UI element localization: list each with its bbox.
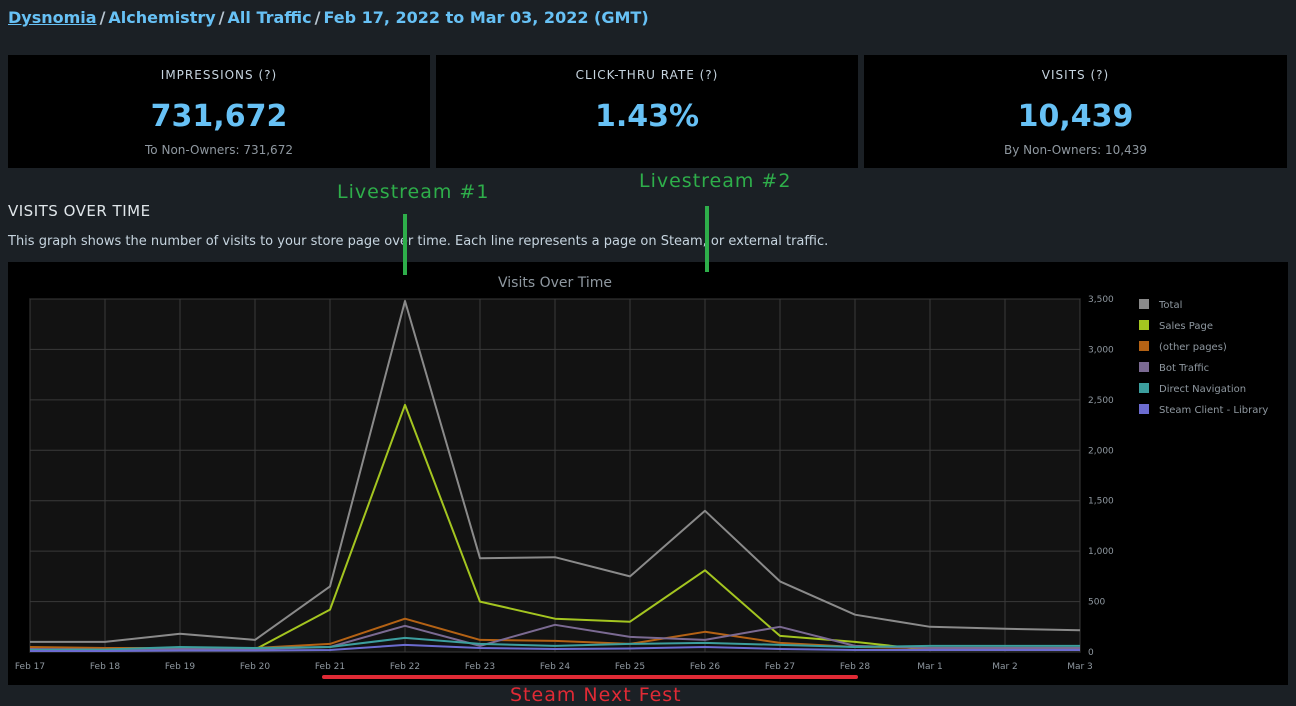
legend-swatch [1139,320,1149,330]
legend-swatch [1139,299,1149,309]
breadcrumb-separator: / [99,8,106,27]
y-tick-label: 1,000 [1088,547,1114,557]
x-tick-label: Feb 22 [390,662,420,672]
impressions-sub: To Non-Owners: 731,672 [145,143,293,157]
ctr-value: 1.43% [594,99,700,134]
x-tick-label: Feb 24 [540,662,571,672]
x-tick-label: Feb 21 [315,662,345,672]
legend-swatch [1139,404,1149,414]
legend-swatch [1139,362,1149,372]
y-tick-label: 3,500 [1088,295,1114,305]
livestream-2-marker [705,206,709,272]
x-tick-label: Feb 28 [840,662,871,672]
breadcrumb-separator: / [218,8,225,27]
chart-title: Visits Over Time [498,275,612,291]
impressions-value: 731,672 [150,99,288,134]
y-tick-label: 2,000 [1088,446,1114,456]
impressions-card: IMPRESSIONS (?) 731,672 To Non-Owners: 7… [8,55,430,168]
y-tick-label: 0 [1088,648,1094,658]
impressions-label[interactable]: IMPRESSIONS (?) [8,68,430,82]
legend-entry[interactable]: Sales Page [1159,321,1213,332]
next-fest-annotation: Steam Next Fest [510,684,682,706]
x-tick-label: Feb 17 [15,662,45,672]
x-tick-label: Feb 18 [90,662,121,672]
next-fest-range-bar [322,675,858,679]
ctr-card: CLICK-THRU RATE (?) 1.43% [436,55,858,168]
legend-entry[interactable]: Total [1158,300,1182,311]
x-tick-label: Feb 20 [240,662,271,672]
x-tick-label: Feb 23 [465,662,495,672]
x-tick-label: Feb 19 [165,662,196,672]
section-title: VISITS OVER TIME [8,202,151,220]
visits-chart: 0 500 1,000 1,500 2,000 2,500 3,000 3,500 Feb 17… [15,275,1269,672]
visits-card: VISITS (?) 10,439 By Non-Owners: 10,439 [864,55,1287,168]
breadcrumb-link-developer[interactable]: Dysnomia [8,8,97,27]
livestream-1-annotation: Livestream #1 [337,181,490,203]
breadcrumb-link-app[interactable]: Alchemistry [108,8,215,27]
x-tick-label: Feb 25 [615,662,645,672]
livestream-2-annotation: Livestream #2 [639,170,792,192]
visits-chart-panel: 0 500 1,000 1,500 2,000 2,500 3,000 3,500 Feb 17… [8,262,1288,685]
breadcrumb-date-range: Feb 17, 2022 to Mar 03, 2022 (GMT) [323,8,649,27]
visits-value: 10,439 [1017,99,1134,134]
visits-sub: By Non-Owners: 10,439 [1003,143,1147,157]
breadcrumb-separator: / [314,8,321,27]
legend-entry[interactable]: (other pages) [1159,342,1227,353]
legend-swatch [1139,383,1149,393]
x-tick-label: Feb 27 [765,662,795,672]
livestream-1-marker [403,214,407,275]
legend-entry[interactable]: Steam Client - Library [1159,405,1268,416]
breadcrumb: Dysnomia / Alchemistry / All Traffic / Feb 17,… [8,8,649,30]
legend-entry[interactable]: Bot Traffic [1159,363,1209,374]
y-tick-label: 500 [1088,598,1105,608]
x-tick-label: Mar 2 [992,662,1018,672]
visits-label[interactable]: VISITS (?) [864,68,1287,82]
x-tick-label: Mar 3 [1067,662,1093,672]
y-tick-label: 2,500 [1088,396,1114,406]
legend-swatch [1139,341,1149,351]
legend-entry[interactable]: Direct Navigation [1159,384,1246,395]
x-tick-label: Mar 1 [917,662,943,672]
y-tick-label: 1,500 [1088,497,1114,507]
ctr-label[interactable]: CLICK-THRU RATE (?) [436,68,858,82]
breadcrumb-link-traffic[interactable]: All Traffic [228,8,312,27]
x-tick-label: Feb 26 [690,662,721,672]
y-tick-label: 3,000 [1088,345,1114,355]
